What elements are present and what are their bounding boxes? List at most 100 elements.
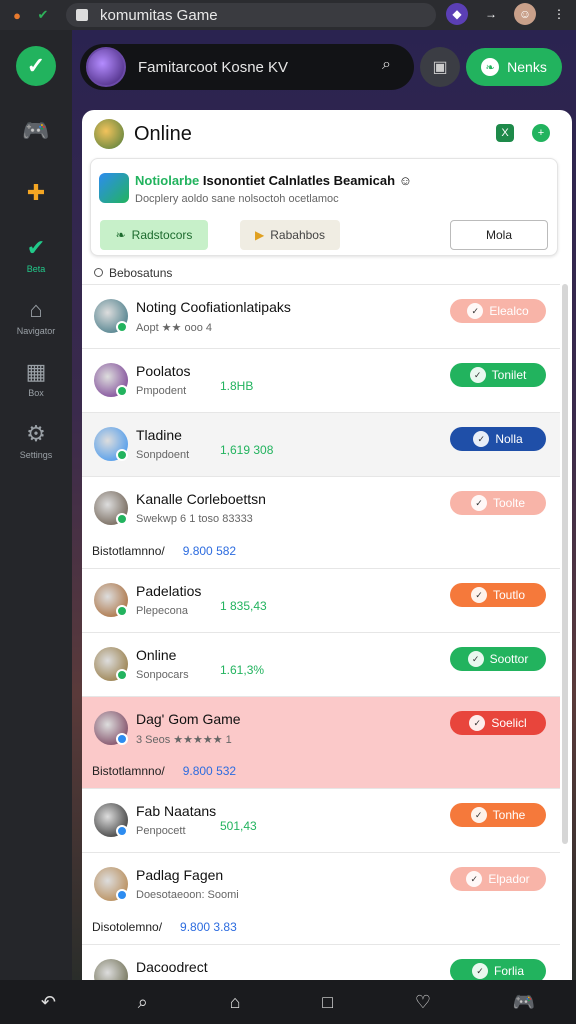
status-badge bbox=[116, 889, 128, 901]
row-title: Online bbox=[136, 647, 177, 663]
row-action-button[interactable]: ✓ Forlia bbox=[450, 959, 546, 980]
square-icon[interactable]: □ bbox=[322, 992, 333, 1013]
left-rail: ✓ 🎮 ✚ ✔ Beta ⌂ Navigator ▦ Box ⚙ Setting… bbox=[0, 30, 72, 980]
radio-icon bbox=[94, 268, 103, 277]
status-badge bbox=[116, 605, 128, 617]
scrollbar[interactable] bbox=[562, 284, 568, 844]
flag-icon: ▶ bbox=[255, 228, 265, 242]
button-icon: ✓ bbox=[473, 431, 490, 447]
lock-icon bbox=[76, 9, 88, 21]
row-action-label: Elealco bbox=[489, 304, 529, 318]
rail-item-puzzle[interactable]: ✚ bbox=[0, 162, 72, 224]
list-item[interactable]: Noting Coofiationlatipaks Aopt ★★ ooo 4 ✓ E… bbox=[82, 284, 560, 348]
row-subtitle: Doesotaeoon: Soomi bbox=[136, 889, 239, 901]
status-badge bbox=[116, 385, 128, 397]
status-badge bbox=[116, 321, 128, 333]
section-label: Bebosatuns bbox=[94, 266, 172, 280]
button-icon: ✓ bbox=[470, 587, 487, 603]
bird-icon[interactable]: ✔ bbox=[34, 6, 52, 24]
row-action-button[interactable]: ✓ Elealco bbox=[450, 299, 546, 323]
row-title: Poolatos bbox=[136, 363, 191, 379]
profile-icon[interactable]: ☺ bbox=[514, 3, 536, 25]
list-item[interactable]: Tladine Sonpdoent 1,619 308 ✓ Nolla bbox=[82, 412, 560, 476]
search-icon[interactable]: ⌕ bbox=[382, 56, 402, 76]
list-item[interactable]: Padlag Fagen Doesotaeoon: Soomi ✓ Elpador Di… bbox=[82, 852, 560, 944]
square-icon[interactable]: ▣ bbox=[420, 47, 460, 87]
store-icon[interactable]: ⌂ bbox=[230, 992, 241, 1013]
header-action-button[interactable]: ❧ Nenks bbox=[466, 48, 562, 86]
row-action-label: Soottor bbox=[489, 652, 529, 666]
list-item[interactable]: Dag' Gom Game 3 Seos ★★★★★ 1 ✓ Soelicl Bisto… bbox=[82, 696, 560, 788]
list-item[interactable]: Dacoodrect ✓ Forlia bbox=[82, 944, 560, 980]
gear-icon: ⚙ bbox=[26, 421, 46, 446]
header-action-label: Nenks bbox=[507, 59, 547, 75]
header-title: Famitarcoot Kosne KV bbox=[138, 58, 289, 76]
fox-icon[interactable]: ● bbox=[8, 6, 26, 24]
kebab-icon[interactable]: ⋮ bbox=[548, 3, 570, 25]
check-icon[interactable]: ✓ bbox=[16, 46, 56, 86]
row-action-label: Toutlo bbox=[492, 588, 526, 602]
rail-item-navigator[interactable]: ⌂ Navigator bbox=[0, 286, 72, 348]
row-title: Fab Naatans bbox=[136, 803, 217, 819]
extension-icon[interactable]: ◆ bbox=[446, 3, 468, 25]
list-item[interactable]: Poolatos Pmpodent 1.8HB ✓ Tonilet bbox=[82, 348, 560, 412]
row-title: Padlag Fagen bbox=[136, 867, 224, 883]
list-item[interactable]: Online Sonpocars 1.61,3% ✓ Soottor bbox=[82, 632, 560, 696]
row-value: 1,619 308 bbox=[220, 443, 274, 457]
row-value: 1 835,43 bbox=[220, 599, 267, 613]
notice-button-mola-label: Mola bbox=[485, 228, 512, 242]
row-action-label: Tonhe bbox=[492, 808, 526, 822]
back-icon[interactable]: ↶ bbox=[41, 992, 56, 1013]
profile-header[interactable]: Famitarcoot Kosne KV ⌕ bbox=[80, 44, 414, 90]
rail-item-gamepad[interactable]: 🎮 bbox=[0, 100, 72, 162]
rail-label-navigator: Navigator bbox=[16, 326, 56, 336]
gamepad-icon[interactable]: 🎮 bbox=[513, 992, 535, 1013]
row-action-button[interactable]: ✓ Tonilet bbox=[450, 363, 546, 387]
notice-title: Notiolarbe Isonontiet Calnlatles Beamica… bbox=[135, 173, 412, 188]
notice-title-prefix: Notiolarbe bbox=[135, 173, 200, 188]
button-icon: ✓ bbox=[469, 715, 486, 731]
list-item[interactable]: Padelatios Plepecona 1 835,43 ✓ Toutlo bbox=[82, 568, 560, 632]
puzzle-icon: ✚ bbox=[26, 180, 46, 205]
button-icon: ✓ bbox=[467, 303, 484, 319]
notice-button-primary[interactable]: ❧ Radstocors bbox=[100, 220, 208, 250]
rail-label-settings: Settings bbox=[19, 450, 53, 460]
url-bar[interactable]: komumitas Game bbox=[66, 3, 436, 27]
row-action-button[interactable]: ✓ Toutlo bbox=[450, 583, 546, 607]
button-icon: ✓ bbox=[469, 367, 486, 383]
panel-avatar bbox=[94, 119, 124, 149]
row-extra-label: Bistotlamnno/ bbox=[92, 764, 165, 778]
row-subtitle: Penpocett bbox=[136, 825, 186, 837]
row-title: Kanalle Corleboettsn bbox=[136, 491, 266, 507]
rail-item-beta[interactable]: ✔ Beta bbox=[0, 224, 72, 286]
leaf-icon: ❧ bbox=[115, 228, 126, 242]
row-action-button[interactable]: ✓ Elpador bbox=[450, 867, 546, 891]
forward-icon[interactable]: → bbox=[480, 3, 502, 25]
rail-item-settings[interactable]: ⚙ Settings bbox=[0, 410, 72, 472]
notice-button-mola[interactable]: Mola bbox=[450, 220, 548, 250]
row-action-button[interactable]: ✓ Nolla bbox=[450, 427, 546, 451]
row-action-button[interactable]: ✓ Toolte bbox=[450, 491, 546, 515]
list-item[interactable]: Kanalle Corleboettsn Swekwp 6 1 toso 8333… bbox=[82, 476, 560, 568]
add-icon[interactable]: + bbox=[532, 124, 550, 142]
status-badge bbox=[116, 669, 128, 681]
excel-icon[interactable]: X bbox=[496, 124, 514, 142]
rail-item-box[interactable]: ▦ Box bbox=[0, 348, 72, 410]
row-extra-value: 9.800 3.83 bbox=[180, 920, 237, 934]
list-item[interactable]: Fab Naatans Penpocett 501,43 ✓ Tonhe bbox=[82, 788, 560, 852]
button-icon: ✓ bbox=[467, 651, 484, 667]
notice-button-secondary-label: Rabahbos bbox=[270, 228, 325, 242]
home-icon: ⌂ bbox=[29, 297, 43, 322]
row-subtitle: Sonpdoent bbox=[136, 449, 190, 461]
url-text: komumitas Game bbox=[100, 6, 218, 24]
row-action-button[interactable]: ✓ Tonhe bbox=[450, 803, 546, 827]
row-action-button[interactable]: ✓ Soelicl bbox=[450, 711, 546, 735]
search-icon[interactable]: ⌕ bbox=[138, 992, 148, 1013]
rail-label-beta: Beta bbox=[26, 264, 46, 274]
row-action-button[interactable]: ✓ Soottor bbox=[450, 647, 546, 671]
notice-button-secondary[interactable]: ▶ Rabahbos bbox=[240, 220, 340, 250]
avatar[interactable] bbox=[86, 47, 126, 87]
row-subtitle: Sonpocars bbox=[136, 669, 189, 681]
emoji-icon: ☺ bbox=[398, 173, 412, 188]
heart-icon[interactable]: ♡ bbox=[415, 992, 431, 1013]
